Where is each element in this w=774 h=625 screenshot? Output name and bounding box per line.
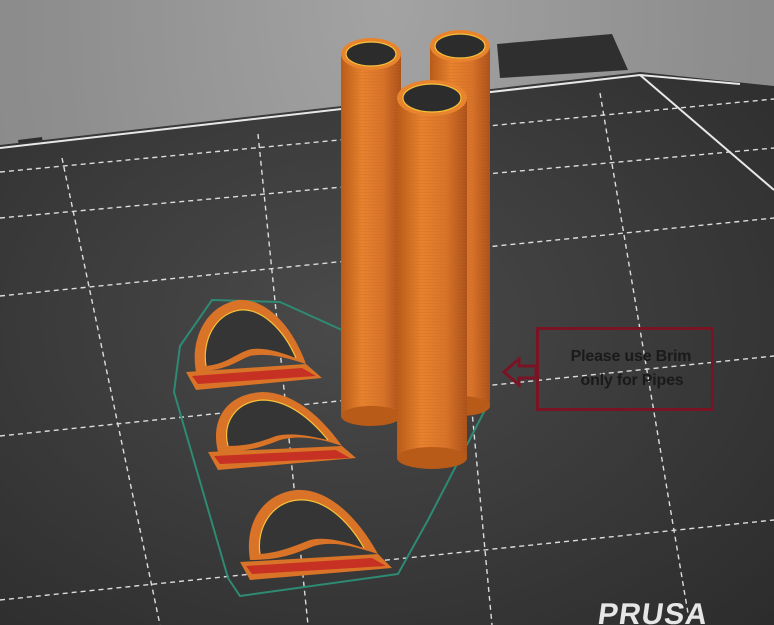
bed-back-tab (497, 34, 628, 78)
callout-line-2: only for Pipes (580, 372, 684, 389)
pipe-front[interactable] (397, 80, 467, 469)
bed-brand-text: PRUSA (595, 598, 711, 625)
brim-note-callout: Please use Brim only for Pipes (536, 327, 714, 411)
3d-viewport[interactable]: Please use Brim only for Pipes PRUSA (0, 0, 774, 625)
callout-line-1: Please use Brim (570, 348, 692, 365)
pipe-back-left[interactable] (341, 38, 401, 426)
print-bed-scene[interactable] (0, 0, 774, 625)
